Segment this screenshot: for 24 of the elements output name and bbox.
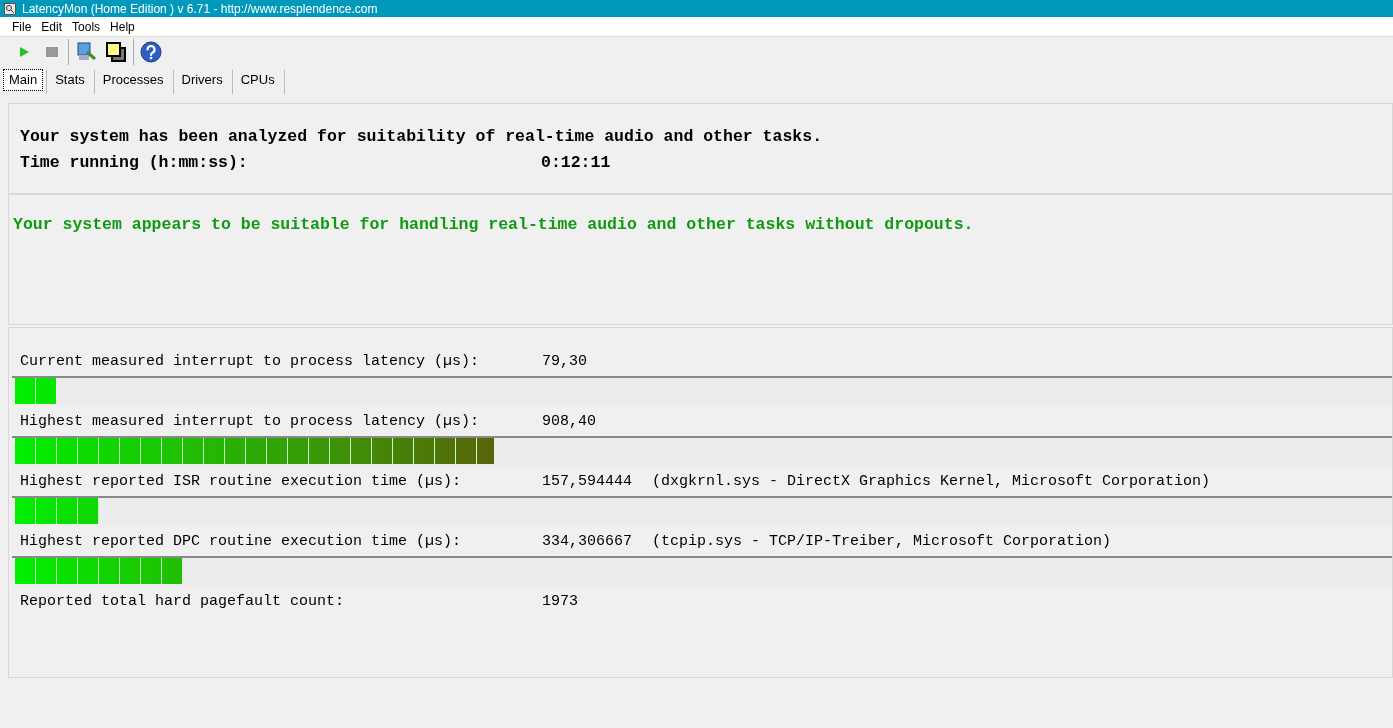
metric-label: Highest reported DPC routine execution time (µs): — [20, 531, 463, 552]
metric-value: 908,40 — [542, 411, 597, 432]
metric-label: Reported total hard pagefault count: — [20, 591, 346, 612]
tab[interactable]: Main — [3, 69, 44, 91]
metric-value: 79,30 — [542, 351, 588, 372]
summary-text: Your system has been analyzed for suitability of real-time audio and other tasks. — [20, 126, 824, 148]
help-icon[interactable] — [138, 38, 164, 65]
metric-value: 157,594444 — [542, 471, 633, 492]
menu-item[interactable]: Edit — [41, 17, 63, 36]
window-title: LatencyMon (Home Edition ) v 6.71 - http://www.resplendence.com — [22, 2, 378, 15]
metric-label: Highest reported ISR routine execution time (µs): — [20, 471, 463, 492]
menu-item[interactable]: File — [12, 17, 32, 36]
verdict-text: Your system appears to be suitable for handling real-time audio and other tasks without dropouts. — [13, 214, 975, 236]
metric-detail: (tcpip.sys - TCP/IP-Treiber, Microsoft Corporation) — [652, 531, 1112, 552]
time-label: Time running (h:mm:ss): — [20, 152, 249, 174]
metric-value: 1973 — [542, 591, 579, 612]
app-icon — [4, 2, 16, 15]
metric-detail: (dxgkrnl.sys - DirectX Graphics Kernel, Microsoft Corporation) — [652, 471, 1211, 492]
time-value: 0:12:11 — [541, 152, 611, 174]
metric-value: 334,306667 — [542, 531, 633, 552]
metric-label: Highest measured interrupt to process latency (µs): — [20, 411, 481, 432]
menu-item[interactable]: Tools — [72, 17, 101, 36]
metric-label: Current measured interrupt to process latency (µs): — [20, 351, 481, 372]
menu-item[interactable]: Help — [110, 17, 135, 36]
